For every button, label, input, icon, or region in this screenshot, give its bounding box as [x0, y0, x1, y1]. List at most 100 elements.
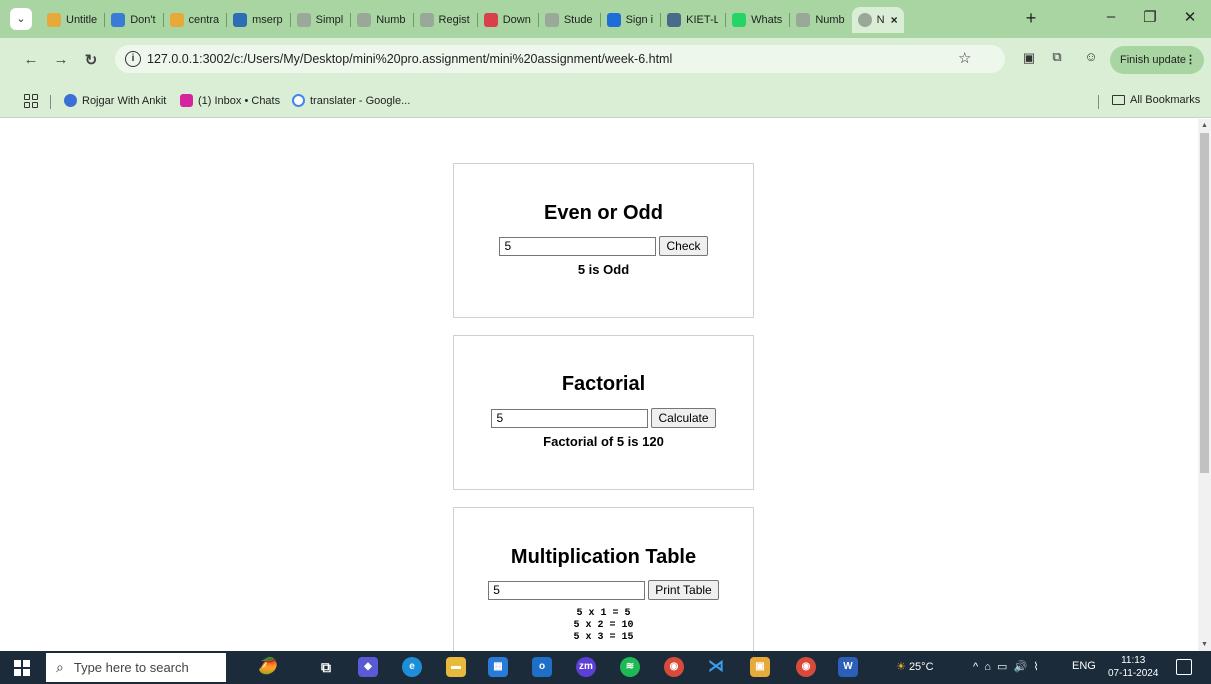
back-icon[interactable]: ←: [20, 51, 42, 68]
tab-title: mserp: [252, 14, 283, 26]
copilot-icon[interactable]: ◆: [358, 657, 378, 677]
weather-widget[interactable]: ☀ 25°C: [896, 660, 934, 673]
bookmark-rojgar[interactable]: Rojgar With Ankit: [64, 94, 166, 107]
print-table-button[interactable]: Print Table: [648, 580, 719, 600]
even-odd-input[interactable]: [499, 236, 657, 256]
folder-icon: [1112, 95, 1125, 105]
url-text[interactable]: 127.0.0.1:3002/c:/Users/My/Desktop/mini%…: [147, 52, 672, 66]
close-tab-icon[interactable]: ×: [891, 13, 898, 27]
word-icon[interactable]: W: [838, 657, 858, 677]
heart-icon: [483, 13, 498, 27]
store-icon[interactable]: ▦: [488, 657, 508, 677]
weather-sun-icon: ☀: [896, 661, 906, 673]
folder-app-icon[interactable]: ▣: [750, 657, 770, 677]
finish-update-button[interactable]: Finish update ⋮: [1110, 46, 1204, 74]
notification-icon[interactable]: [1176, 659, 1192, 675]
browser-tab[interactable]: Simpl: [289, 7, 351, 33]
browser-tab[interactable]: Untitle: [40, 7, 104, 33]
edge-icon[interactable]: e: [402, 657, 422, 677]
tab-title: Sign i: [625, 14, 654, 26]
taskbar-clock[interactable]: 11:13 07-11-2024: [1108, 654, 1158, 680]
globe-icon: [544, 13, 559, 27]
even-odd-result: 5 is Odd: [577, 262, 630, 277]
clock-date: 07-11-2024: [1108, 668, 1159, 679]
reload-icon[interactable]: ↻: [80, 51, 102, 69]
multiplication-card: Multiplication Table Print Table 5 x 1 =…: [453, 507, 754, 651]
minimize-button[interactable]: –: [1096, 8, 1126, 25]
folder-icon: [169, 13, 184, 27]
browser-tab[interactable]: Whats: [725, 7, 789, 33]
scroll-up-icon[interactable]: ▲: [1201, 122, 1208, 129]
even-odd-title: Even or Odd: [544, 202, 663, 224]
scroll-thumb[interactable]: [1200, 133, 1209, 473]
bookmark-label: translater - Google...: [310, 94, 411, 107]
browser-tab[interactable]: centra: [162, 7, 227, 33]
browser-tab[interactable]: KIET-L: [660, 7, 725, 33]
browser-tab[interactable]: Numb: [789, 7, 851, 33]
tab-title: Regist: [438, 14, 470, 26]
finish-update-label: Finish update: [1120, 54, 1187, 66]
widgets-icon[interactable]: 🥭: [240, 657, 296, 677]
profile-avatar-icon[interactable]: ☺: [1082, 49, 1100, 67]
system-tray-icons[interactable]: ^ ⌂ ▭ 🔊 ⌇: [973, 660, 1039, 673]
tab-title: Simpl: [315, 14, 344, 26]
restore-button[interactable]: ❐: [1135, 8, 1165, 26]
windows-start-icon[interactable]: [14, 660, 30, 676]
chrome-icon[interactable]: ◉: [664, 657, 684, 677]
instagram-icon: [180, 94, 193, 107]
outlook-icon[interactable]: o: [532, 657, 552, 677]
calculate-button[interactable]: Calculate: [651, 408, 716, 428]
language-indicator[interactable]: ENG: [1072, 660, 1096, 672]
bookmark-instagram[interactable]: (1) Inbox • Chats: [180, 94, 280, 107]
vertical-scrollbar[interactable]: ▲ ▼: [1198, 119, 1211, 651]
apps-grid-icon[interactable]: [24, 94, 38, 108]
s-logo-icon: [606, 13, 621, 27]
browser-tab[interactable]: Numb: [350, 7, 412, 33]
tab-list: Untitle Don't centra mserp Simpl Numb Regist Do…: [40, 7, 904, 33]
factorial-form: Calculate: [454, 408, 753, 428]
scroll-down-icon[interactable]: ▼: [1201, 641, 1208, 648]
browser-tab[interactable]: Stude: [537, 7, 600, 33]
kiet-icon: [667, 13, 682, 27]
close-window-button[interactable]: ✕: [1175, 8, 1205, 26]
browser-tab[interactable]: mserp: [226, 7, 290, 33]
factorial-input[interactable]: [491, 408, 649, 428]
extensions-puzzle-icon[interactable]: ⧉: [1048, 49, 1066, 67]
tab-title: Stude: [563, 14, 593, 26]
spotify-icon[interactable]: ≋: [620, 657, 640, 677]
bookmark-star-icon[interactable]: ☆: [958, 49, 971, 67]
tab-title: Numb: [815, 14, 845, 26]
vscode-icon[interactable]: ⋊: [706, 657, 726, 677]
menu-dots-icon: ⋮: [1185, 54, 1196, 66]
active-browser-tab[interactable]: N ×: [851, 7, 904, 33]
task-view-icon[interactable]: ⧉: [316, 657, 336, 677]
bookmark-translater[interactable]: translater - Google...: [292, 94, 410, 107]
bookmarks-bar: Rojgar With Ankit (1) Inbox • Chats tran…: [0, 86, 1211, 118]
all-bookmarks-button[interactable]: All Bookmarks: [1112, 94, 1200, 106]
clock-time: 11:13: [1121, 655, 1146, 666]
multiplication-form: Print Table: [454, 580, 753, 600]
even-odd-card: Even or Odd Check 5 is Odd: [453, 163, 754, 318]
zoom-icon[interactable]: zm: [576, 657, 596, 677]
multiplication-input[interactable]: [488, 580, 646, 600]
address-bar[interactable]: i 127.0.0.1:3002/c:/Users/My/Desktop/min…: [115, 45, 1005, 73]
browser-tab[interactable]: Don't: [104, 7, 162, 33]
factorial-title: Factorial: [561, 373, 646, 395]
tab-search-button[interactable]: ⌄: [10, 8, 32, 30]
check-button[interactable]: Check: [659, 236, 708, 256]
new-tab-button[interactable]: +: [1018, 7, 1044, 31]
taskbar-search[interactable]: ⌕ Type here to search: [46, 653, 226, 682]
browser-tab[interactable]: Regist: [412, 7, 477, 33]
site-info-icon[interactable]: i: [125, 51, 141, 67]
bookmark-label: (1) Inbox • Chats: [198, 94, 281, 107]
forward-icon[interactable]: →: [50, 51, 72, 68]
tab-title: Untitle: [66, 14, 98, 26]
globe-icon: [296, 13, 311, 27]
chrome-profile-icon[interactable]: ◉: [796, 657, 816, 677]
browser-tab[interactable]: Down: [476, 7, 538, 33]
factorial-card: Factorial Calculate Factorial of 5 is 12…: [453, 335, 754, 490]
file-explorer-icon[interactable]: ▬: [446, 657, 466, 677]
google-icon: [292, 94, 305, 107]
extension-icon[interactable]: ▣: [1020, 50, 1038, 68]
browser-tab[interactable]: Sign i: [599, 7, 661, 33]
